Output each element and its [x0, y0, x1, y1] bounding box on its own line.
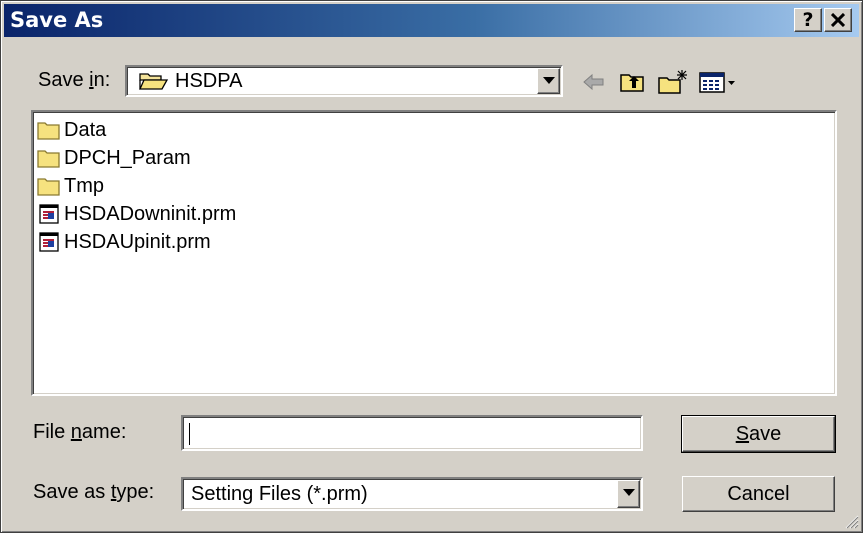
list-item[interactable]: HSDADowninit.prm — [37, 202, 236, 226]
open-folder-icon — [139, 73, 169, 90]
file-list[interactable]: Data DPCH_Param Tmp HSDADowninit.prm HSD… — [31, 110, 837, 396]
close-button[interactable] — [824, 8, 852, 32]
save-in-value: HSDPA — [175, 70, 243, 92]
back-arrow-icon[interactable] — [581, 69, 607, 95]
text-caret — [189, 423, 190, 445]
save-as-type-value: Setting Files (*.prm) — [191, 483, 368, 505]
view-menu-icon[interactable] — [698, 69, 738, 95]
save-as-type-combobox[interactable]: Setting Files (*.prm) — [181, 477, 643, 511]
list-item[interactable]: Data — [37, 118, 106, 142]
help-button[interactable]: ? — [794, 8, 822, 32]
folder-icon — [37, 178, 60, 196]
chevron-down-icon — [623, 489, 635, 496]
window-title: Save As — [10, 8, 104, 32]
prm-file-icon — [39, 204, 59, 224]
up-one-level-icon[interactable] — [619, 69, 647, 95]
resize-grip-icon[interactable] — [843, 513, 859, 529]
new-folder-icon[interactable] — [657, 69, 689, 95]
save-in-dropdown-button[interactable] — [537, 68, 560, 94]
save-as-type-label: Save as type: — [33, 481, 155, 503]
file-name-input[interactable] — [181, 415, 643, 451]
cancel-button[interactable]: Cancel — [682, 476, 835, 512]
save-in-label: Save in: — [38, 69, 111, 91]
save-as-type-dropdown-button[interactable] — [617, 480, 640, 508]
file-name-label: File name: — [33, 421, 127, 443]
save-button[interactable]: Save — [681, 415, 836, 453]
save-as-dialog: Save As ? Save in: HSDPA Data DPCH_Param… — [0, 0, 863, 533]
title-bar[interactable]: Save As ? — [4, 4, 859, 37]
prm-file-icon — [39, 232, 59, 252]
folder-icon — [37, 150, 60, 168]
list-item[interactable]: DPCH_Param — [37, 146, 191, 170]
list-item[interactable]: HSDAUpinit.prm — [37, 230, 211, 254]
chevron-down-icon — [543, 77, 555, 84]
save-in-combobox[interactable]: HSDPA — [125, 65, 563, 97]
folder-icon — [37, 122, 60, 140]
list-item[interactable]: Tmp — [37, 174, 104, 198]
close-icon — [831, 13, 845, 27]
